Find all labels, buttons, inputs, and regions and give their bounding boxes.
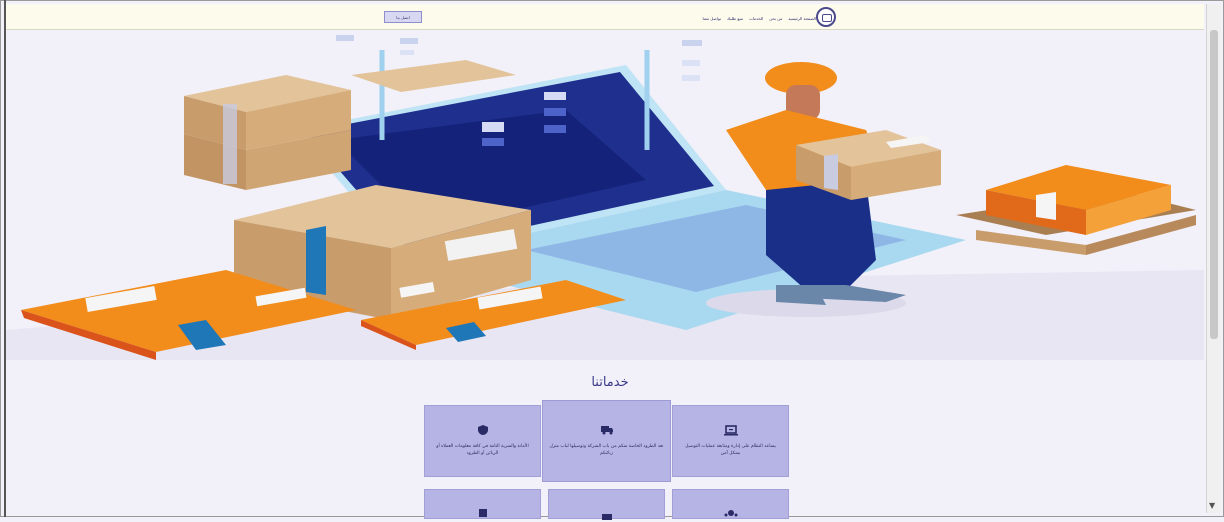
nav-link-contact[interactable]: تواصل معنا	[703, 16, 722, 21]
scroll-down-arrow-icon[interactable]: ▼	[1209, 501, 1215, 510]
service-card-delivery[interactable]: نعد الطرود الخاصة منكم من باب الشركة وتو…	[542, 400, 671, 482]
service-card-partial[interactable]	[672, 489, 789, 519]
nav-link-services[interactable]: الخدمات	[749, 16, 763, 21]
truck-icon	[600, 426, 613, 435]
service-card-text: يساعد النظام على إدارة ومتابعة عمليات ال…	[685, 444, 776, 456]
service-card-text: الأمانة والسرية التامة في كافة معلومات ا…	[436, 444, 529, 456]
service-card-text: نعد الطرود الخاصة منكم من باب الشركة وتو…	[549, 444, 664, 456]
top-navbar: اتصل بنا الصفحة الرئيسية من نحن الخدمات …	[6, 4, 1204, 30]
network-icon	[724, 510, 737, 517]
nav-link-track[interactable]: تتبع طلبك	[727, 16, 743, 21]
nav-links: الصفحة الرئيسية من نحن الخدمات تتبع طلبك…	[546, 12, 816, 24]
laptop-icon	[723, 425, 738, 436]
service-card-partial[interactable]	[424, 489, 541, 519]
vertical-scrollbar[interactable]: ▼	[1206, 4, 1221, 513]
nav-link-about[interactable]: من نحن	[769, 16, 782, 21]
shield-icon	[477, 425, 488, 435]
service-card-system[interactable]: يساعد النظام على إدارة ومتابعة عمليات ال…	[672, 405, 789, 477]
package-truck-icon	[478, 509, 487, 517]
open-orange-box-right	[956, 165, 1196, 255]
nav-link-home[interactable]: الصفحة الرئيسية	[788, 16, 816, 21]
hero-illustration	[6, 35, 1204, 360]
company-logo[interactable]	[816, 7, 836, 27]
services-section-title: خدماتنا	[591, 375, 629, 390]
service-card-privacy[interactable]: الأمانة والسرية التامة في كافة معلومات ا…	[424, 405, 541, 477]
scrollbar-thumb[interactable]	[1210, 30, 1218, 339]
box-icon	[601, 514, 612, 520]
service-card-partial[interactable]	[548, 489, 665, 520]
contact-button[interactable]: اتصل بنا	[384, 11, 422, 23]
